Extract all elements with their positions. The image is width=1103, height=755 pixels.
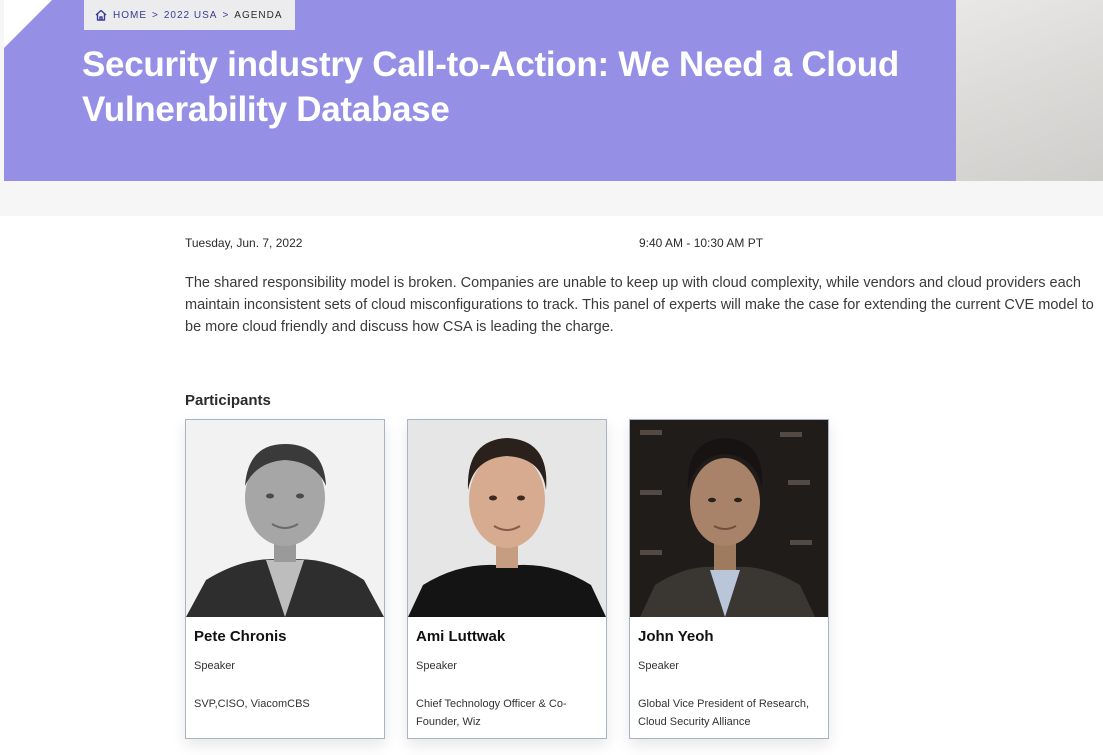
breadcrumb-event-link[interactable]: 2022 USA bbox=[164, 10, 218, 21]
hero-banner: HOME > 2022 USA > AGENDA Security indust… bbox=[4, 0, 956, 181]
hero-side-image bbox=[956, 0, 1103, 181]
participant-role: Speaker bbox=[194, 660, 235, 672]
home-icon[interactable] bbox=[94, 8, 108, 22]
participant-photo bbox=[630, 420, 828, 617]
participant-name: Pete Chronis bbox=[194, 628, 287, 645]
participant-photo bbox=[186, 420, 384, 617]
participant-photo bbox=[408, 420, 606, 617]
breadcrumb-home-link[interactable]: HOME bbox=[113, 10, 147, 21]
participant-card[interactable]: John Yeoh Speaker Global Vice President … bbox=[629, 419, 829, 739]
participant-org: Global Vice President of Research, Cloud… bbox=[638, 698, 809, 728]
participant-role: Speaker bbox=[416, 660, 457, 672]
hero-corner-notch bbox=[4, 0, 52, 48]
participants-heading: Participants bbox=[185, 392, 271, 409]
participant-role: Speaker bbox=[638, 660, 679, 672]
participant-org: SVP,CISO, ViacomCBS bbox=[194, 698, 310, 710]
breadcrumb-separator: > bbox=[222, 9, 230, 21]
session-time: 9:40 AM - 10:30 AM PT bbox=[639, 236, 764, 250]
session-description: The shared responsibility model is broke… bbox=[185, 275, 1094, 335]
page-title: Security industry Call-to-Action: We Nee… bbox=[82, 45, 899, 129]
breadcrumb-current: AGENDA bbox=[234, 9, 283, 21]
session-date: Tuesday, Jun. 7, 2022 bbox=[185, 236, 303, 250]
participant-card[interactable]: Ami Luttwak Speaker Chief Technology Off… bbox=[407, 419, 607, 739]
participant-name: John Yeoh bbox=[638, 628, 714, 645]
participant-name: Ami Luttwak bbox=[416, 628, 506, 645]
breadcrumb: HOME > 2022 USA > AGENDA bbox=[84, 0, 295, 30]
breadcrumb-separator: > bbox=[152, 9, 159, 21]
participant-card[interactable]: Pete Chronis Speaker SVP,CISO, ViacomCBS bbox=[185, 419, 385, 739]
participant-org: Chief Technology Officer & Co-Founder, W… bbox=[416, 698, 567, 728]
